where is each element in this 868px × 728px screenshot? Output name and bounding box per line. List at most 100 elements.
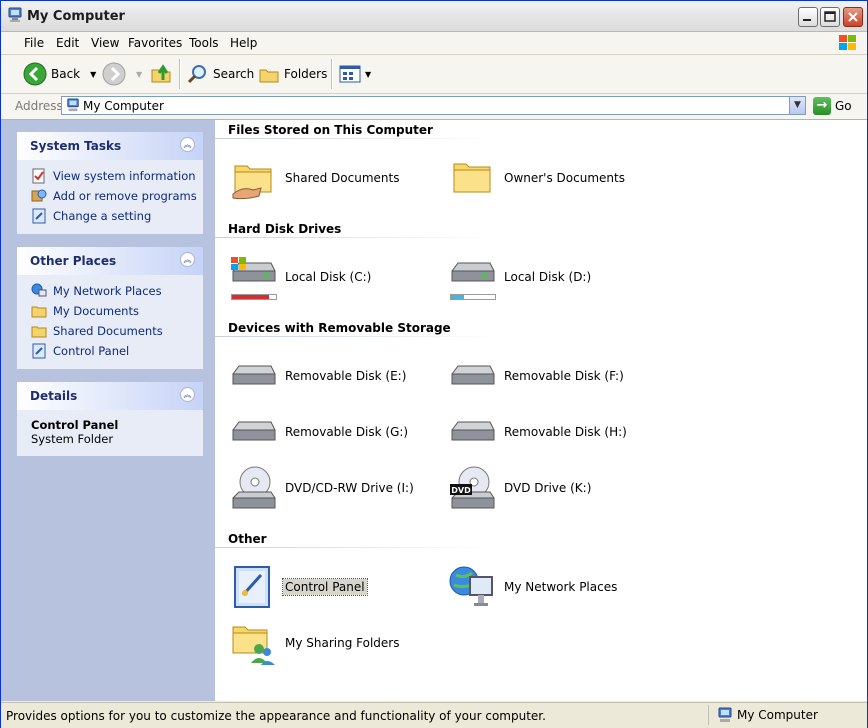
menu-file[interactable]: File [24, 36, 44, 50]
folder-icon [31, 306, 47, 318]
item-local-disk-d[interactable]: Local Disk (D:) [448, 253, 593, 301]
task-change-a-setting[interactable]: Change a setting [17, 206, 203, 226]
address-label: Address [15, 99, 63, 113]
status-location-label: My Computer [737, 708, 818, 722]
item-label: DVD/CD-RW Drive (I:) [285, 481, 414, 495]
go-button[interactable]: → Go [813, 97, 852, 115]
my-computer-icon [67, 98, 79, 112]
capacity-bar [231, 294, 277, 300]
content-pane: Files Stored on This Computer Shared Doc… [215, 120, 867, 701]
forward-arrow-icon [102, 62, 126, 86]
folders-label: Folders [284, 67, 328, 81]
control-panel-icon [32, 343, 46, 359]
back-dropdown-icon[interactable]: ▼ [90, 70, 96, 79]
item-label: DVD Drive (K:) [504, 481, 592, 495]
panel-title: System Tasks [30, 139, 122, 153]
place-my-documents[interactable]: My Documents [17, 301, 203, 321]
minimize-icon [803, 19, 811, 21]
menu-view[interactable]: View [91, 36, 119, 50]
forward-dropdown-icon[interactable]: ▼ [136, 70, 142, 79]
shared-folder-icon [232, 165, 272, 200]
item-local-disk-c[interactable]: Local Disk (C:) [229, 253, 373, 301]
details-type: System Folder [31, 432, 114, 446]
item-label: Removable Disk (G:) [285, 425, 409, 439]
toolbar-separator [179, 59, 181, 89]
back-arrow-icon [23, 62, 47, 86]
go-arrow-icon: → [813, 97, 831, 115]
close-button[interactable] [843, 7, 863, 27]
task-label: Add or remove programs [53, 189, 197, 203]
views-icon [339, 65, 361, 83]
item-dvd-cdrw-drive-i[interactable]: DVD/CD-RW Drive (I:) [229, 464, 416, 512]
folders-button[interactable]: Folders [258, 61, 327, 87]
item-removable-disk-g[interactable]: Removable Disk (G:) [229, 408, 410, 456]
search-button[interactable]: Search [187, 61, 254, 87]
other-places-panel: Other Places ︽ My Network Places My Docu… [17, 247, 203, 369]
collapse-icon[interactable]: ︽ [180, 252, 195, 267]
menu-favorites[interactable]: Favorites [128, 36, 182, 50]
group-divider [215, 237, 495, 238]
group-divider [215, 138, 495, 139]
hard-disk-icon [229, 253, 277, 301]
place-label: Control Panel [53, 344, 130, 358]
address-dropdown-icon[interactable]: ▼ [789, 97, 805, 114]
task-view-system-information[interactable]: View system information [17, 166, 203, 186]
item-removable-disk-h[interactable]: Removable Disk (H:) [448, 408, 629, 456]
title-bar[interactable]: My Computer [1, 1, 867, 32]
address-bar: Address My Computer ▼ → Go [1, 94, 867, 120]
menu-tools[interactable]: Tools [189, 36, 219, 50]
toolbar: Back ▼ ▼ Search Folders ▼ [1, 55, 867, 94]
menu-edit[interactable]: Edit [56, 36, 79, 50]
back-button[interactable]: Back ▼ [23, 61, 96, 87]
place-my-network-places[interactable]: My Network Places [17, 281, 203, 301]
task-add-remove-programs[interactable]: Add or remove programs [17, 186, 203, 206]
other-places-header[interactable]: Other Places ︽ [17, 247, 203, 275]
up-folder-button[interactable] [150, 61, 174, 87]
search-icon [187, 65, 206, 84]
item-label: Shared Documents [285, 171, 400, 185]
status-bar: Provides options for you to customize th… [1, 702, 867, 728]
item-label: Local Disk (C:) [285, 270, 372, 284]
forward-button[interactable]: ▼ [102, 61, 142, 87]
item-label: My Network Places [504, 580, 618, 594]
address-field[interactable]: My Computer ▼ [61, 96, 806, 115]
my-computer-window: My Computer File Edit View Favorites Too… [0, 0, 868, 728]
collapse-icon[interactable]: ︽ [180, 387, 195, 402]
windows-logo-icon [839, 35, 856, 50]
item-label: My Sharing Folders [285, 636, 400, 650]
add-remove-programs-icon [31, 189, 47, 202]
folder-icon [453, 163, 491, 193]
item-owners-documents[interactable]: Owner's Documents [448, 154, 627, 202]
dvd-drive-icon: DVD [450, 466, 495, 509]
window-title: My Computer [27, 9, 125, 24]
details-header[interactable]: Details ︽ [17, 382, 203, 410]
menu-help[interactable]: Help [230, 36, 257, 50]
capacity-bar [450, 294, 496, 300]
views-button[interactable]: ▼ [339, 61, 371, 87]
removable-disk-icon [451, 365, 495, 385]
folder-icon [31, 326, 47, 338]
maximize-icon [824, 11, 836, 22]
item-removable-disk-e[interactable]: Removable Disk (E:) [229, 352, 408, 400]
maximize-button[interactable] [820, 7, 840, 27]
item-removable-disk-f[interactable]: Removable Disk (F:) [448, 352, 626, 400]
capacity-fill [232, 295, 270, 299]
hard-disk-icon [448, 253, 496, 301]
collapse-icon[interactable]: ︽ [180, 137, 195, 152]
group-divider [215, 547, 495, 548]
item-my-sharing-folders[interactable]: My Sharing Folders [229, 619, 402, 667]
status-location: My Computer [708, 705, 868, 725]
place-shared-documents[interactable]: Shared Documents [17, 321, 203, 341]
my-computer-icon [718, 707, 732, 722]
item-label: Removable Disk (H:) [504, 425, 627, 439]
item-my-network-places[interactable]: My Network Places [448, 563, 619, 611]
place-control-panel[interactable]: Control Panel [17, 341, 203, 361]
capacity-fill [451, 295, 465, 299]
removable-disk-icon [232, 421, 276, 441]
item-shared-documents[interactable]: Shared Documents [229, 154, 401, 202]
minimize-button[interactable] [798, 7, 818, 27]
system-tasks-header[interactable]: System Tasks ︽ [17, 132, 203, 160]
item-dvd-drive-k[interactable]: DVD DVD Drive (K:) [448, 464, 593, 512]
item-control-panel[interactable]: Control Panel [229, 563, 368, 611]
place-label: My Network Places [53, 284, 162, 298]
